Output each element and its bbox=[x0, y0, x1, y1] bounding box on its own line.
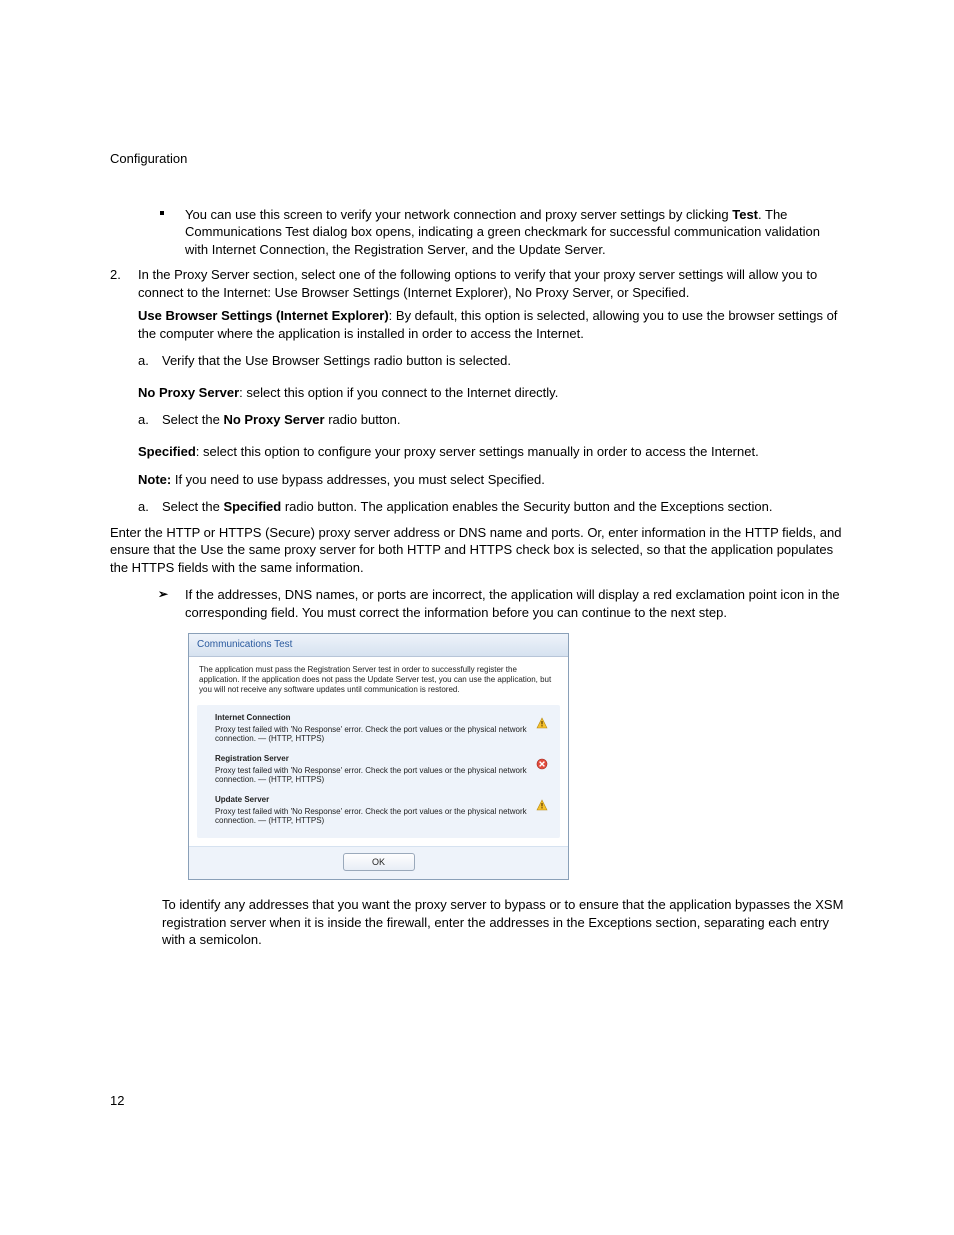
paragraph: To identify any addresses that you want … bbox=[110, 896, 844, 949]
result-title: Registration Server bbox=[215, 754, 530, 765]
warning-icon bbox=[536, 799, 548, 815]
dialog-results-panel: Internet Connection Proxy test failed wi… bbox=[197, 705, 560, 838]
dialog-title: Communications Test bbox=[189, 634, 568, 657]
dialog-result-row: Internet Connection Proxy test failed wi… bbox=[205, 713, 552, 754]
body-text: Select the bbox=[162, 412, 223, 427]
substep-letter: a. bbox=[138, 411, 149, 429]
lettered-substep: a. Verify that the Use Browser Settings … bbox=[110, 352, 844, 370]
paragraph: Enter the HTTP or HTTPS (Secure) proxy s… bbox=[110, 524, 844, 577]
substep-letter: a. bbox=[138, 498, 149, 516]
lettered-substep: a. Select the Specified radio button. Th… bbox=[110, 498, 844, 516]
numbered-step: 2. In the Proxy Server section, select o… bbox=[110, 266, 844, 301]
page-number: 12 bbox=[110, 1092, 124, 1110]
body-text-bold: Specified bbox=[223, 499, 281, 514]
dialog-result-row: Update Server Proxy test failed with 'No… bbox=[205, 795, 552, 836]
body-text: In the Proxy Server section, select one … bbox=[138, 267, 817, 300]
body-text: : select this option if you connect to t… bbox=[239, 385, 558, 400]
chevron-right-icon: ➢ bbox=[158, 586, 168, 602]
error-icon bbox=[536, 758, 548, 774]
arrow-bullet-item: ➢ If the addresses, DNS names, or ports … bbox=[110, 586, 844, 621]
body-text: You can use this screen to verify your n… bbox=[185, 207, 732, 222]
substep-letter: a. bbox=[138, 352, 149, 370]
paragraph: Use Browser Settings (Internet Explorer)… bbox=[110, 307, 844, 342]
result-message: Proxy test failed with 'No Response' err… bbox=[215, 766, 530, 785]
square-bullet-icon bbox=[160, 211, 164, 215]
dialog-footer: OK bbox=[189, 846, 568, 879]
result-message: Proxy test failed with 'No Response' err… bbox=[215, 807, 530, 826]
result-title: Internet Connection bbox=[215, 713, 530, 724]
body-text-bold: Test bbox=[732, 207, 758, 222]
body-text: Verify that the Use Browser Settings rad… bbox=[162, 353, 511, 368]
dialog-result-row: Registration Server Proxy test failed wi… bbox=[205, 754, 552, 795]
paragraph: Specified: select this option to configu… bbox=[110, 443, 844, 461]
body-text-bold: Use Browser Settings (Internet Explorer) bbox=[138, 308, 389, 323]
ok-button[interactable]: OK bbox=[343, 853, 415, 871]
result-message: Proxy test failed with 'No Response' err… bbox=[215, 725, 530, 744]
paragraph: No Proxy Server: select this option if y… bbox=[110, 384, 844, 402]
result-title: Update Server bbox=[215, 795, 530, 806]
section-header: Configuration bbox=[110, 150, 844, 168]
body-text: : select this option to configure your p… bbox=[196, 444, 759, 459]
communications-test-dialog: Communications Test The application must… bbox=[188, 633, 569, 880]
body-text: radio button. bbox=[325, 412, 401, 427]
lettered-substep: a. Select the No Proxy Server radio butt… bbox=[110, 411, 844, 429]
bullet-item: You can use this screen to verify your n… bbox=[110, 206, 844, 259]
body-text-bold: No Proxy Server bbox=[138, 385, 239, 400]
body-text-bold: Specified bbox=[138, 444, 196, 459]
paragraph: Note: If you need to use bypass addresse… bbox=[110, 471, 844, 489]
dialog-intro-text: The application must pass the Registrati… bbox=[189, 657, 568, 701]
body-text: radio button. The application enables th… bbox=[281, 499, 772, 514]
step-number: 2. bbox=[110, 266, 121, 284]
body-text-bold: No Proxy Server bbox=[223, 412, 324, 427]
body-text: Select the bbox=[162, 499, 223, 514]
body-text: If you need to use bypass addresses, you… bbox=[171, 472, 545, 487]
body-text: If the addresses, DNS names, or ports ar… bbox=[185, 587, 840, 620]
body-text-bold: Note: bbox=[138, 472, 171, 487]
warning-icon bbox=[536, 717, 548, 733]
